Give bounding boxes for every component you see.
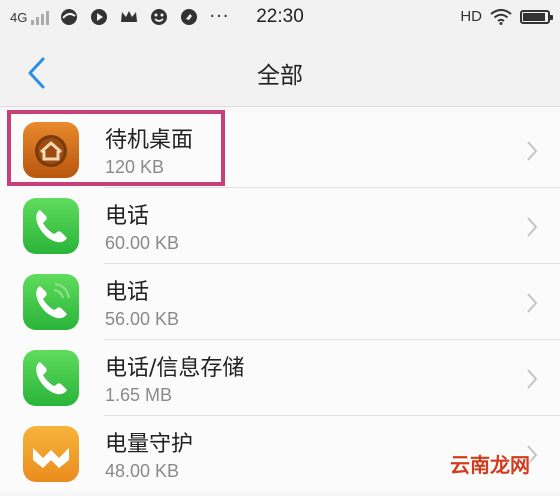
app-size: 48.00 KB [105, 461, 180, 481]
app-name: 电话 [105, 280, 150, 305]
app-name: 电话 [105, 204, 150, 229]
nav-bar: 全部 [0, 38, 560, 107]
app-size: 120 KB [105, 157, 165, 177]
status-bar: 4G ··· 22:30 HD [0, 0, 560, 38]
list-item[interactable]: 电话 56.00 KB [0, 264, 560, 340]
watermark: 云南龙网 [450, 453, 530, 477]
phone-storage-icon [23, 350, 79, 406]
list-item[interactable]: 电话/信息存储 1.65 MB [0, 340, 560, 416]
chevron-right-icon [527, 369, 538, 389]
page-title: 全部 [257, 63, 303, 89]
status-right-group: HD [460, 8, 553, 25]
list-item[interactable]: 待机桌面 120 KB [0, 112, 560, 188]
list-item[interactable]: 电话 60.00 KB [0, 188, 560, 264]
home-launcher-icon [23, 122, 79, 178]
battery-level-fill [523, 12, 546, 21]
phone-wave-icon [23, 274, 79, 330]
app-name: 电话/信息存储 [105, 356, 245, 381]
battery-icon [520, 9, 553, 24]
wifi-icon [490, 8, 512, 25]
app-size: 56.00 KB [105, 309, 180, 329]
app-list-screen: 4G ··· 22:30 HD 全部 待机桌面 120 KB 电话 60.00 … [0, 0, 560, 496]
app-name: 电量守护 [105, 432, 194, 457]
app-size: 1.65 MB [105, 385, 173, 405]
chevron-right-icon [527, 141, 538, 161]
app-name: 待机桌面 [105, 128, 194, 153]
chevron-right-icon [527, 217, 538, 237]
app-list: 待机桌面 120 KB 电话 60.00 KB 电话 56.00 KB 电话/信… [0, 112, 560, 492]
hd-indicator: HD [460, 8, 482, 25]
chevron-right-icon [527, 293, 538, 313]
phone-icon [23, 198, 79, 254]
battery-guard-icon [23, 426, 79, 482]
app-size: 60.00 KB [105, 233, 180, 253]
